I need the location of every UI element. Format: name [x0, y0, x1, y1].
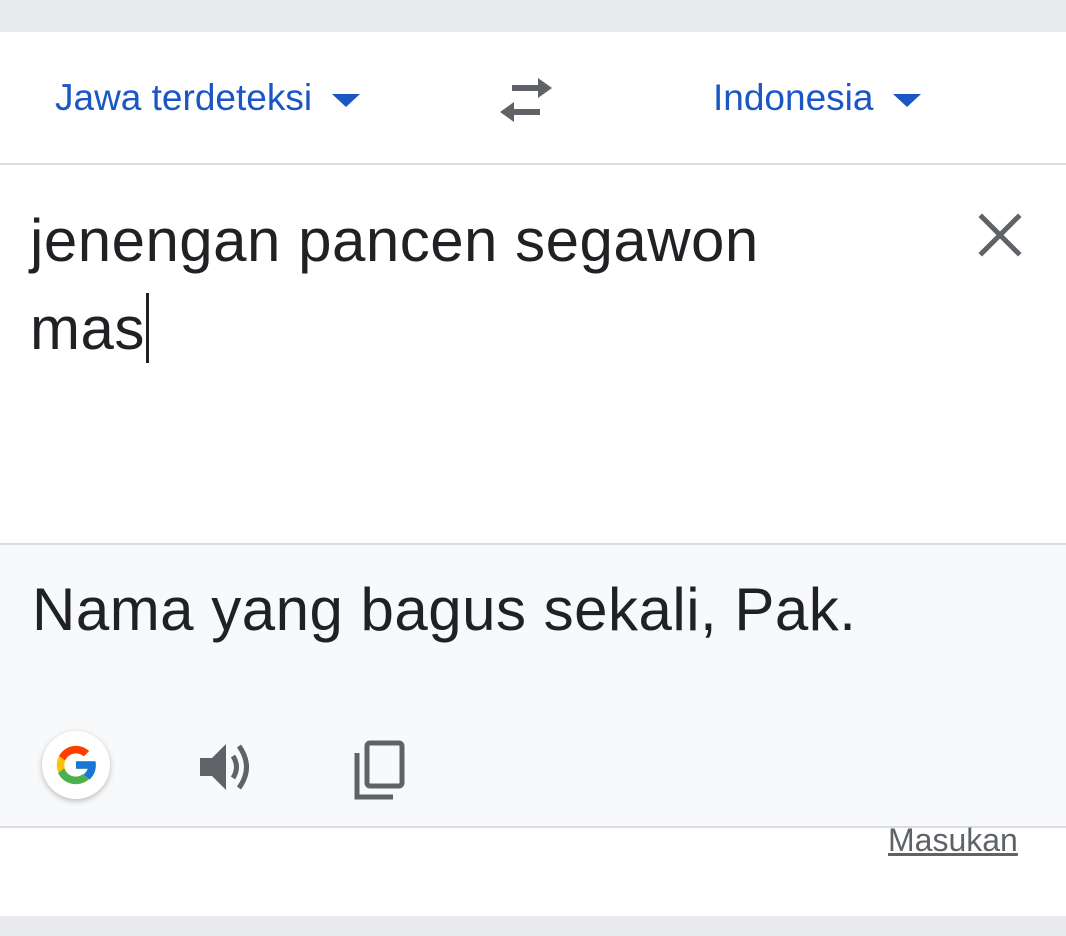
speaker-icon: [200, 744, 249, 790]
text-cursor: [145, 293, 149, 363]
translation-output: Nama yang bagus sekali, Pak.: [0, 543, 1066, 828]
google-icon: [56, 745, 97, 785]
target-language-label: Indonesia: [713, 77, 874, 118]
caret-down-icon: [893, 93, 922, 107]
source-language-selector[interactable]: Jawa terdeteksi: [55, 76, 361, 120]
language-bar: Jawa terdeteksi Indonesia: [0, 32, 1066, 165]
clear-button[interactable]: [974, 209, 1026, 261]
close-icon: [978, 213, 1022, 257]
translation-text: Nama yang bagus sekali, Pak.: [32, 576, 857, 643]
source-text-input[interactable]: jenengan pancen segawon mas: [0, 165, 1066, 543]
swap-languages-button[interactable]: [494, 74, 558, 126]
copy-icon: [354, 740, 405, 800]
source-language-label: Jawa terdeteksi: [55, 77, 313, 118]
google-button[interactable]: [42, 731, 110, 799]
swap-arrows-icon: [500, 78, 552, 122]
copy-button[interactable]: [352, 739, 408, 801]
caret-down-icon: [332, 93, 361, 107]
listen-button[interactable]: [198, 741, 258, 793]
source-text-line: jenengan pancen segawon: [30, 207, 759, 274]
feedback-link[interactable]: Masukan: [888, 822, 1018, 859]
source-text[interactable]: jenengan pancen segawon mas: [30, 197, 930, 373]
translate-card: Jawa terdeteksi Indonesia jenengan pance…: [0, 32, 1066, 916]
target-language-selector[interactable]: Indonesia: [713, 76, 922, 120]
source-text-line: mas: [30, 295, 145, 362]
